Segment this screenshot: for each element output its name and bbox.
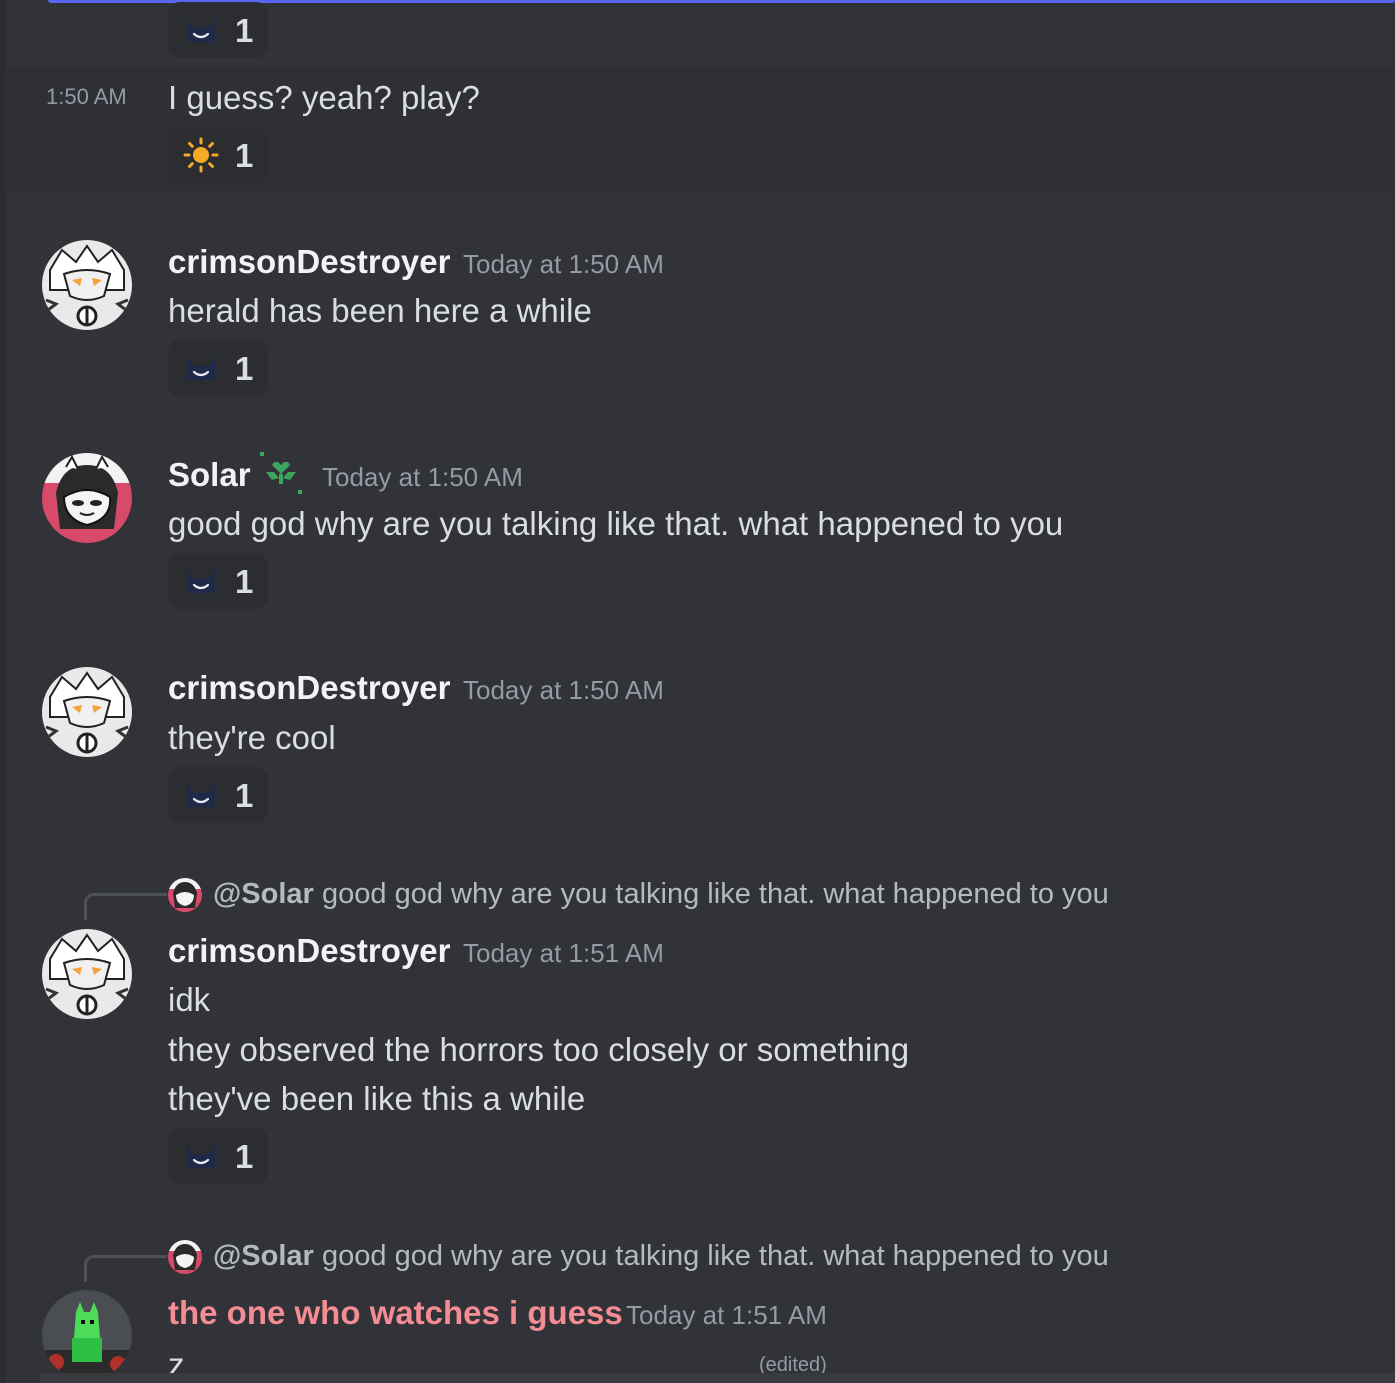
message-content: I guess? yeah? play? [168, 79, 480, 116]
reaction-button[interactable]: 1 [168, 1128, 268, 1184]
reaction-button[interactable]: 1 [168, 2, 268, 58]
reply-avatar-image [168, 878, 202, 912]
hat-smile-emoji-icon [187, 18, 215, 42]
user-avatar-image [42, 240, 132, 330]
message-content-line: they observed the horrors too closely or… [168, 1031, 910, 1068]
message-author[interactable]: Solar [168, 458, 251, 491]
reaction-count: 1 [235, 136, 254, 174]
message-input-edge [40, 1373, 1395, 1383]
reply-spine [84, 893, 167, 920]
hat-smile-emoji-icon [187, 783, 215, 807]
message-timestamp: Today at 1:50 AM [463, 675, 664, 705]
avatar[interactable] [42, 1290, 132, 1380]
hat-smile-emoji-icon [187, 1144, 215, 1168]
avatar[interactable] [42, 929, 132, 1019]
avatar[interactable] [42, 667, 132, 757]
message-author[interactable]: crimsonDestroyer [168, 245, 450, 278]
reply-mention[interactable]: @Solar [213, 880, 314, 909]
user-avatar-image [42, 453, 132, 543]
hat-smile-emoji-icon [187, 569, 215, 593]
reaction-button[interactable]: 1 [168, 340, 268, 396]
reaction-button[interactable]: 1 [168, 553, 268, 609]
reaction-button[interactable]: 1 [168, 127, 268, 183]
message-timestamp: Today at 1:51 AM [463, 938, 664, 968]
reaction-count: 1 [235, 1137, 254, 1175]
user-avatar-image [42, 1290, 132, 1380]
reply-preview-text[interactable]: good god why are you talking like that. … [322, 880, 1109, 909]
reply-avatar[interactable] [168, 1240, 202, 1274]
message-timestamp: 1:50 AM [46, 84, 127, 109]
user-avatar-image [42, 929, 132, 1019]
message-timestamp: Today at 1:51 AM [626, 1300, 827, 1330]
reply-preview-text[interactable]: good god why are you talking like that. … [322, 1242, 1109, 1271]
reply-avatar-image [168, 1240, 202, 1274]
message-author[interactable]: crimsonDestroyer [168, 671, 450, 704]
message-content: herald has been here a while [168, 292, 592, 329]
user-avatar-image [42, 667, 132, 757]
message-content-line: idk [168, 981, 211, 1018]
avatar[interactable] [42, 240, 132, 330]
message-content-line: they've been like this a while [168, 1080, 586, 1117]
sprout-heart-icon[interactable] [258, 450, 304, 496]
reply-avatar[interactable] [168, 878, 202, 912]
reaction-count: 1 [235, 11, 254, 49]
sun-emoji-icon [183, 137, 219, 173]
message-author[interactable]: crimsonDestroyer [168, 934, 450, 967]
edited-label: (edited) [759, 1354, 827, 1376]
reaction-count: 1 [235, 349, 254, 387]
message-content: they're cool [168, 719, 336, 756]
reply-mention[interactable]: @Solar [213, 1242, 314, 1271]
message-author[interactable]: the one who watches i guess [168, 1296, 623, 1329]
hat-smile-emoji-icon [187, 356, 215, 380]
message-timestamp: Today at 1:50 AM [322, 462, 523, 492]
reply-spine [84, 1255, 167, 1282]
channel-left-edge [0, 0, 6, 1383]
avatar[interactable] [42, 453, 132, 543]
reaction-button[interactable]: 1 [168, 767, 268, 823]
message-content: good god why are you talking like that. … [168, 505, 1064, 542]
reaction-count: 1 [235, 562, 254, 600]
message-timestamp: Today at 1:50 AM [463, 249, 664, 279]
reaction-count: 1 [235, 776, 254, 814]
